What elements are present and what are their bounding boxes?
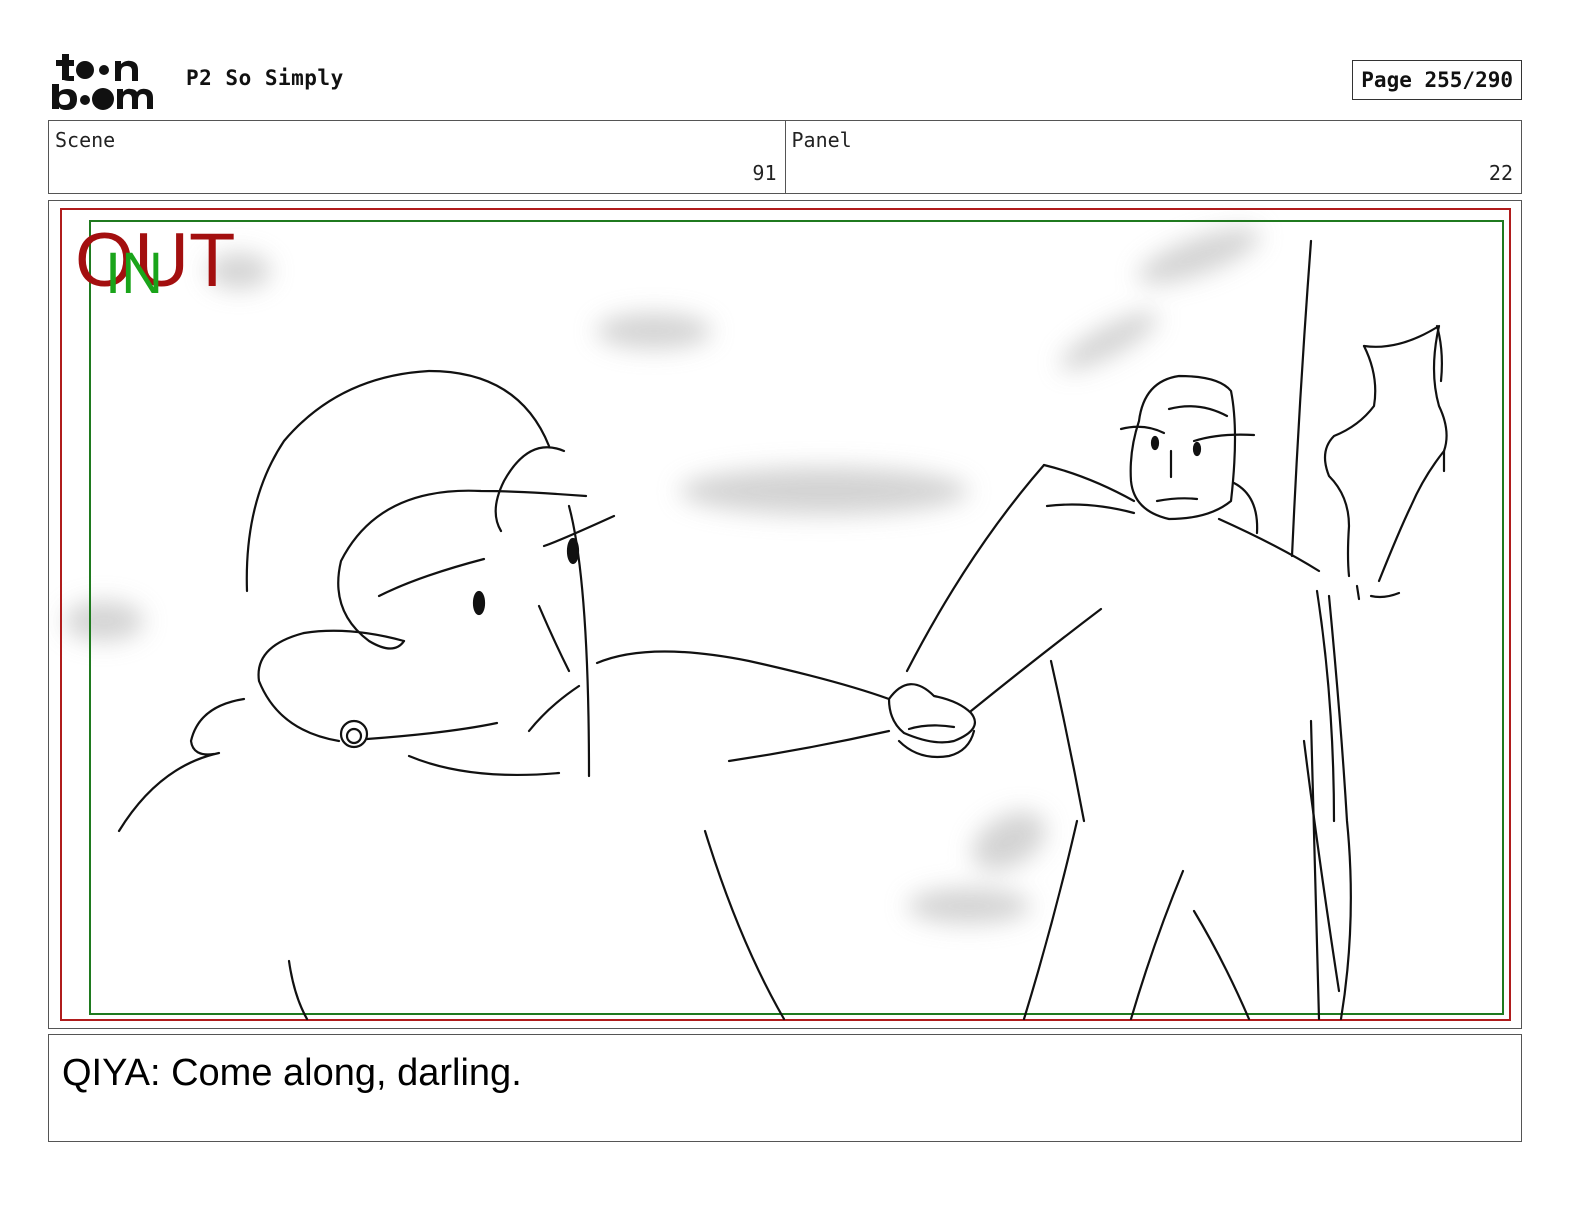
background-smudges <box>64 228 1261 924</box>
character-sketch <box>117 239 1448 1021</box>
in-frame <box>89 220 1504 1015</box>
page-counter: Page 255/290 <box>1352 60 1522 100</box>
toon-boom-logo <box>52 50 164 112</box>
scene-number: 91 <box>752 161 777 185</box>
scene-cell: Scene 91 <box>49 121 785 193</box>
dialogue-box: QIYA: Come along, darling. <box>48 1034 1522 1142</box>
project-title: P2 So Simply <box>186 66 344 90</box>
storyboard-panel: OUT IN <box>48 200 1522 1029</box>
dialogue-text: QIYA: Come along, darling. <box>62 1052 522 1094</box>
panel-cell: Panel 22 <box>784 121 1522 193</box>
panel-number: 22 <box>1488 161 1513 185</box>
sketch-drawing <box>60 208 1511 1021</box>
in-safe-label: IN <box>105 241 163 306</box>
scene-panel-info: Scene 91 Panel 22 <box>48 120 1522 194</box>
panel-label: Panel <box>791 128 852 152</box>
scene-label: Scene <box>55 128 116 152</box>
out-frame <box>60 208 1511 1021</box>
